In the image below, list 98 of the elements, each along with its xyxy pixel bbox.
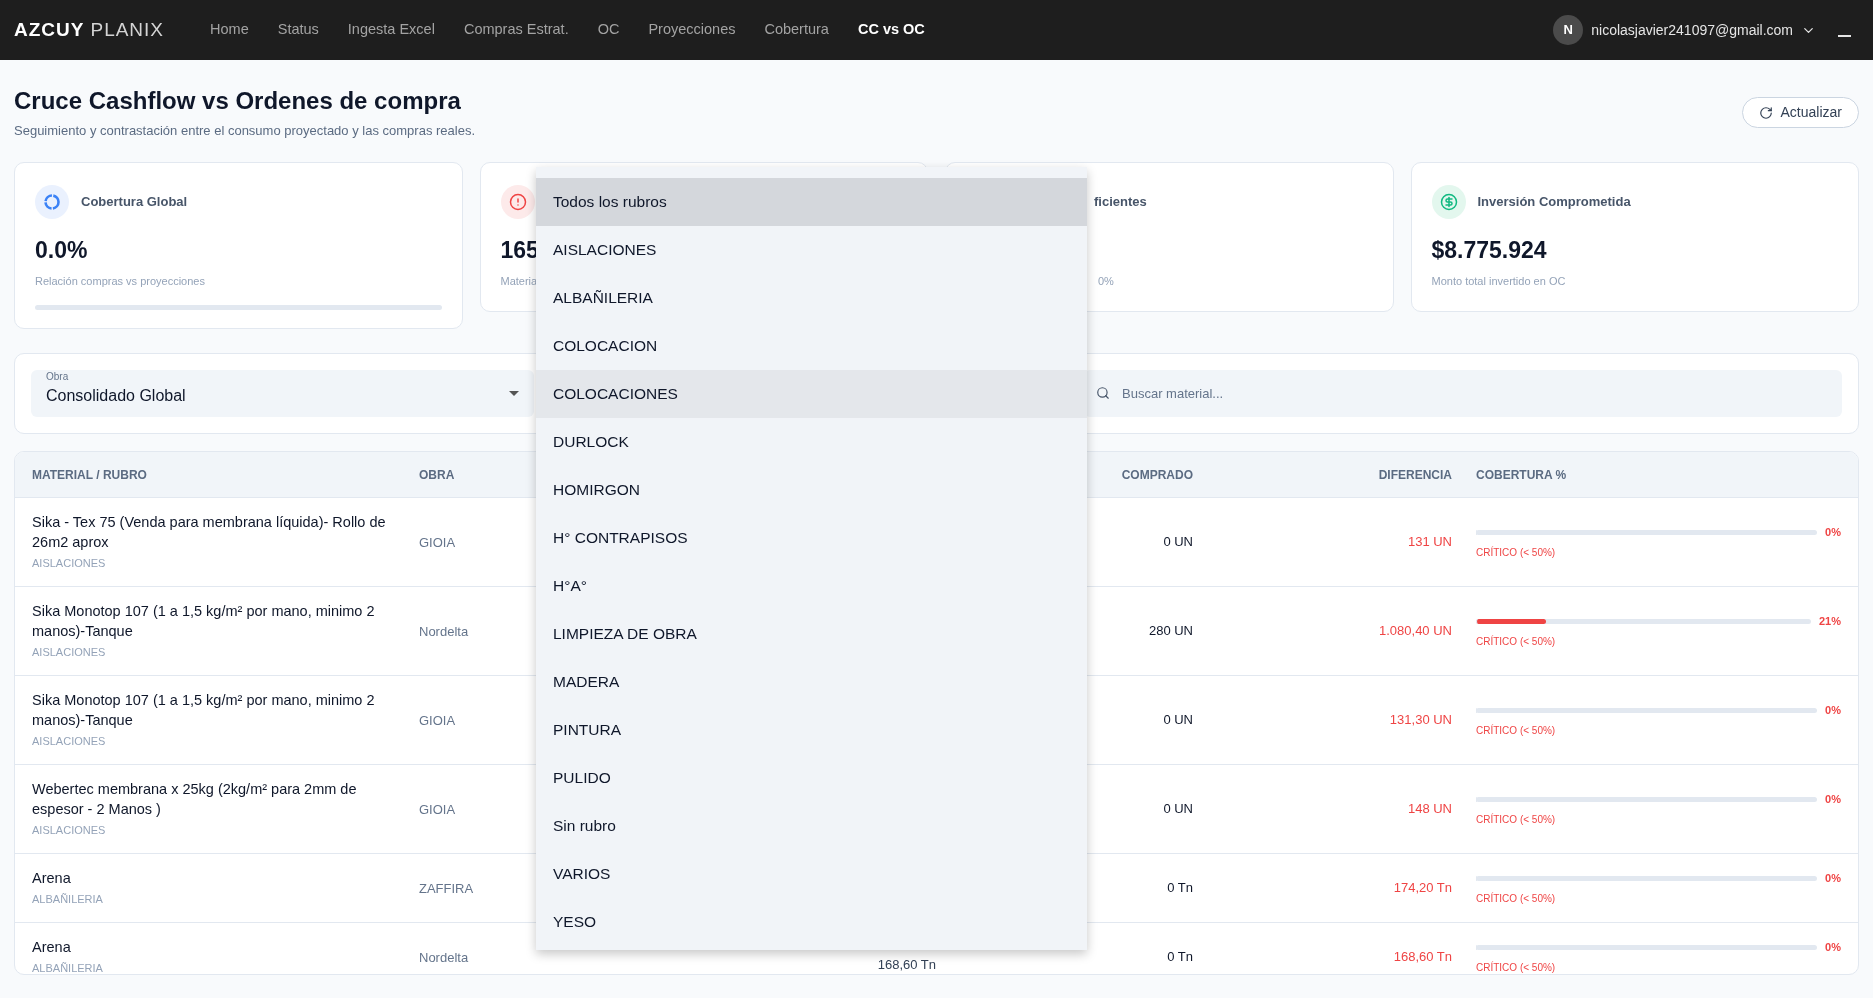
alert-icon — [500, 184, 535, 219]
material-name: Sika - Tex 75 (Venda para membrana líquida)- Rollo de 26m2 aprox — [32, 513, 387, 553]
search-icon — [1096, 386, 1110, 400]
column-header: COBERTURA % — [1475, 466, 1568, 484]
brand-name: PLANIX — [90, 17, 165, 42]
select-value: Consolidado Global — [46, 385, 186, 406]
status-label: CRÍTICO (< 50%) — [1476, 634, 1557, 649]
caret-icon — [509, 391, 519, 396]
material-name: Webertec membrana x 25kg (2kg/m² para 2mm de espesor - 2 Manos ) — [32, 780, 358, 820]
column-header: MATERIAL / RUBRO — [32, 466, 148, 484]
dropdown-option[interactable]: HOMIRGON — [536, 466, 1087, 514]
coverage-percent: 0% — [1825, 525, 1841, 541]
nav-link[interactable]: OC — [597, 19, 620, 41]
dropdown-option[interactable]: PINTURA — [536, 706, 1087, 754]
obra-cell: GIOIA — [419, 535, 456, 550]
obra-cell: ZAFFIRA — [419, 881, 474, 896]
page-title: Cruce Cashflow vs Ordenes de compra — [14, 86, 462, 116]
dollar-icon — [1431, 184, 1466, 219]
rubro-label: ALBAÑILERIA — [32, 892, 104, 908]
status-label: CRÍTICO (< 50%) — [1476, 723, 1557, 738]
diferencia-cell-text: 168,60 Tn — [1392, 948, 1452, 967]
material-name: Sika Monotop 107 (1 a 1,5 kg/m² por mano, minimo 2 manos)-Tanque — [32, 602, 376, 642]
comprado-cell-text: 0 UN — [1162, 800, 1193, 819]
card-caption: Relación compras vs proyecciones — [35, 273, 206, 289]
status-label: CRÍTICO (< 50%) — [1476, 960, 1557, 974]
card-value: $8.775.924 — [1431, 236, 1547, 266]
dropdown-option[interactable]: AISLACIONES — [536, 226, 1087, 274]
diferencia-cell-text: 174,20 Tn — [1392, 879, 1452, 898]
rubro-label: AISLACIONES — [32, 823, 107, 839]
column-header: OBRA — [419, 466, 456, 484]
dropdown-option[interactable]: VARIOS — [536, 850, 1087, 898]
status-label: CRÍTICO (< 50%) — [1476, 545, 1557, 560]
comprado-cell-text: 0 Tn — [1166, 879, 1193, 898]
dropdown-option[interactable]: Todos los rubros — [536, 178, 1087, 226]
coverage-percent: 0% — [1825, 940, 1841, 956]
coverage-percent: 21% — [1818, 614, 1841, 630]
nav-link[interactable]: Proyecciones — [648, 19, 736, 41]
coverage-percent: 0% — [1825, 792, 1841, 808]
coverage-percent: 0% — [1825, 871, 1841, 887]
comprado-cell-text: 0 UN — [1162, 533, 1193, 552]
obra-cell: GIOIA — [419, 713, 456, 728]
nav-link[interactable]: Cobertura — [764, 19, 829, 41]
comprado-cell-text: 280 UN — [1147, 622, 1193, 641]
diferencia-cell-text: 1.080,40 UN — [1378, 622, 1452, 641]
nav-link[interactable]: CC vs OC — [857, 19, 925, 41]
dropdown-option[interactable]: COLOCACIONES — [536, 370, 1087, 418]
dropdown-option[interactable]: DURLOCK — [536, 418, 1087, 466]
nav-link[interactable]: Status — [277, 19, 319, 41]
comprado-cell-text: 0 Tn — [1166, 948, 1193, 967]
page-subtitle: Seguimiento y contrastación entre el consumo proyectado y las compras reales. — [14, 122, 475, 140]
projected-cell: 168,60 Tn — [877, 957, 936, 972]
rubro-label: ALBAÑILERIA — [32, 961, 104, 974]
obra-cell: Nordelta — [419, 950, 469, 965]
nav-link[interactable]: Home — [210, 19, 249, 41]
card-value: 0.0% — [35, 236, 88, 266]
card-caption: Materia — [500, 273, 539, 289]
material-name: Arena — [32, 938, 72, 958]
card-caption: Monto total invertido en OC — [1431, 273, 1567, 289]
material-name: Sika Monotop 107 (1 a 1,5 kg/m² por mano, minimo 2 manos)-Tanque — [32, 691, 376, 731]
obra-select[interactable]: Obra Consolidado Global — [31, 370, 534, 417]
comprado-cell-text: 0 UN — [1162, 711, 1193, 730]
nav-link[interactable]: Ingesta Excel — [347, 19, 435, 41]
diferencia-cell-text: 131,30 UN — [1388, 711, 1452, 730]
obra-cell: Nordelta — [419, 624, 469, 639]
column-header: DIFERENCIA — [1377, 466, 1452, 484]
search-field[interactable]: Buscar material... — [1084, 370, 1842, 417]
card-title: Cobertura Global — [81, 192, 188, 211]
dropdown-option[interactable]: ALBAÑILERIA — [536, 274, 1087, 322]
ring-icon — [35, 184, 69, 219]
obra-cell: GIOIA — [419, 802, 456, 817]
diferencia-cell-text: 131 UN — [1406, 533, 1452, 552]
nav-link[interactable]: Compras Estrat. — [463, 19, 569, 41]
dropdown-option[interactable]: PULIDO — [536, 754, 1087, 802]
status-label: CRÍTICO (< 50%) — [1476, 812, 1557, 827]
brand-name: AZCUY — [14, 17, 85, 42]
user-email[interactable]: nicolasjavier241097@gmail.com — [1591, 19, 1793, 41]
dropdown-option[interactable]: COLOCACION — [536, 322, 1087, 370]
card-caption: 0% — [1098, 273, 1115, 289]
dropdown-option[interactable]: MADERA — [536, 658, 1087, 706]
field-label: Obra — [46, 370, 69, 384]
dropdown-option[interactable]: LIMPIEZA DE OBRA — [536, 610, 1087, 658]
card-title: ficientes — [1094, 192, 1147, 211]
status-label: CRÍTICO (< 50%) — [1476, 891, 1557, 906]
dropdown-option[interactable]: Sin rubro — [536, 802, 1087, 850]
rubro-label: AISLACIONES — [32, 556, 107, 572]
dropdown-option[interactable]: H°A° — [536, 562, 1087, 610]
card-title: Inversión Comprometida — [1477, 192, 1631, 211]
rubro-label: AISLACIONES — [32, 645, 107, 661]
refresh-icon — [1758, 105, 1773, 120]
user-avatar[interactable]: N — [1553, 15, 1584, 45]
material-name: Arena — [32, 869, 72, 889]
diferencia-cell-text: 148 UN — [1406, 800, 1452, 819]
refresh-button[interactable]: Actualizar — [1741, 97, 1859, 128]
rubro-label: AISLACIONES — [32, 734, 107, 750]
dropdown-option[interactable]: H° CONTRAPISOS — [536, 514, 1087, 562]
dropdown-option[interactable]: YESO — [536, 898, 1087, 946]
column-header: COMPRADO — [1120, 466, 1193, 484]
coverage-percent: 0% — [1825, 703, 1841, 719]
